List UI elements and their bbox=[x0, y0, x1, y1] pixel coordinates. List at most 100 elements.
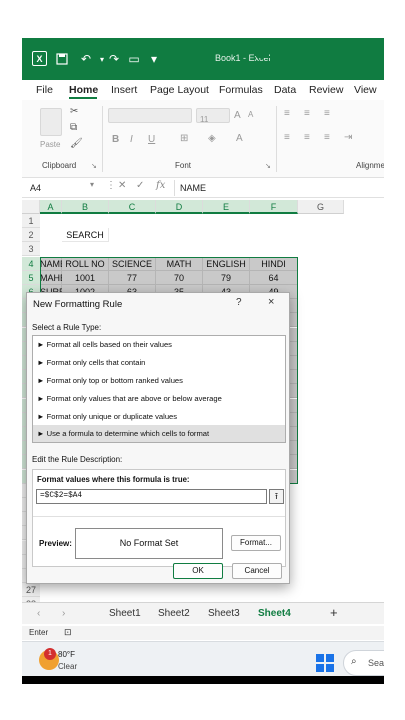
cut-icon[interactable]: ✂ bbox=[70, 106, 78, 117]
sheet-tab-2[interactable]: Sheet2 bbox=[158, 608, 190, 619]
header-cell[interactable]: SCIENCE bbox=[109, 256, 156, 271]
formula-content[interactable]: NAME bbox=[180, 181, 206, 196]
copy-icon[interactable]: ⧉ bbox=[70, 122, 77, 133]
rule-type-item-selected[interactable]: ► Use a formula to determine which cells… bbox=[33, 425, 285, 442]
search-label-cell[interactable]: SEARCH bbox=[62, 228, 109, 243]
rule-type-item[interactable]: ► Format only values that are above or b… bbox=[33, 390, 285, 407]
redo-icon[interactable]: ↷ bbox=[106, 51, 122, 67]
align-left-icon[interactable]: ≡ bbox=[284, 132, 290, 143]
name-box-dropdown-icon[interactable]: ▾ bbox=[90, 180, 94, 189]
rule-type-item[interactable]: ► Format only unique or duplicate values bbox=[33, 408, 285, 425]
data-cell[interactable]: 1001 bbox=[62, 270, 109, 285]
next-sheet-icon[interactable]: › bbox=[62, 608, 65, 619]
indent-icon[interactable]: ⇥ bbox=[344, 132, 352, 143]
customize-toolbar-icon[interactable]: ▾ bbox=[146, 51, 162, 67]
column-header-d[interactable]: D bbox=[156, 200, 203, 214]
align-middle-icon[interactable]: ≡ bbox=[304, 108, 310, 119]
rule-type-item[interactable]: ► Format all cells based on their values bbox=[33, 336, 285, 353]
quick-access-icon[interactable]: ▭ bbox=[126, 51, 142, 67]
windows-start-icon[interactable] bbox=[316, 654, 334, 672]
header-cell[interactable]: MATH bbox=[156, 256, 203, 271]
increase-font-icon[interactable]: A bbox=[234, 110, 241, 121]
row-header-3[interactable]: 3 bbox=[22, 242, 40, 257]
paste-button[interactable] bbox=[40, 108, 62, 136]
active-tab-indicator bbox=[69, 97, 97, 99]
header-cell[interactable]: ENGLISH bbox=[203, 256, 250, 271]
cancel-button[interactable]: Cancel bbox=[232, 563, 282, 579]
tab-review[interactable]: Review bbox=[309, 84, 343, 96]
bold-button[interactable]: B bbox=[112, 134, 119, 145]
tab-view[interactable]: View bbox=[354, 84, 377, 96]
rule-description-panel: Format values where this formula is true… bbox=[32, 469, 286, 567]
header-cell[interactable]: NAME bbox=[40, 256, 66, 271]
column-header-c[interactable]: C bbox=[109, 200, 156, 214]
data-cell[interactable]: 79 bbox=[203, 270, 250, 285]
italic-button[interactable]: I bbox=[130, 134, 133, 145]
font-group-label: Font bbox=[175, 161, 192, 170]
row-header-1[interactable]: 1 bbox=[22, 214, 40, 228]
help-button[interactable]: ? bbox=[236, 297, 242, 308]
undo-icon[interactable]: ↶ bbox=[78, 51, 94, 67]
data-cell[interactable]: 77 bbox=[109, 270, 156, 285]
clipboard-launcher-icon[interactable]: ↘ bbox=[91, 162, 97, 170]
sheet-tab-4[interactable]: Sheet4 bbox=[258, 608, 291, 619]
sheet-tab-1[interactable]: Sheet1 bbox=[109, 608, 141, 619]
header-cell[interactable]: HINDI bbox=[250, 256, 298, 271]
save-icon[interactable] bbox=[54, 51, 70, 67]
borders-icon[interactable]: ⊞ bbox=[180, 133, 188, 144]
column-header-g[interactable]: G bbox=[298, 200, 344, 214]
tab-formulas[interactable]: Formulas bbox=[219, 84, 263, 96]
close-icon[interactable]: × bbox=[268, 296, 274, 308]
column-header-e[interactable]: E bbox=[203, 200, 250, 214]
column-header-b[interactable]: B bbox=[62, 200, 109, 214]
data-cell[interactable]: 64 bbox=[250, 270, 298, 285]
search-icon: ⌕ bbox=[351, 656, 357, 667]
row-header-2[interactable]: 2 bbox=[22, 228, 40, 243]
font-color-icon[interactable]: A bbox=[236, 133, 243, 144]
align-right-icon[interactable]: ≡ bbox=[324, 132, 330, 143]
column-header-a[interactable]: A bbox=[40, 200, 62, 214]
data-cell[interactable]: 70 bbox=[156, 270, 203, 285]
row-header-4[interactable]: 4 bbox=[22, 256, 40, 271]
enter-icon[interactable]: ✓ bbox=[136, 180, 144, 191]
align-bottom-icon[interactable]: ≡ bbox=[324, 108, 330, 119]
status-mode: Enter bbox=[29, 628, 49, 637]
row-header-5[interactable]: 5 bbox=[22, 270, 40, 285]
align-top-icon[interactable]: ≡ bbox=[284, 108, 290, 119]
row-header-27[interactable]: 27 bbox=[22, 583, 40, 598]
align-center-icon[interactable]: ≡ bbox=[304, 132, 310, 143]
tab-home[interactable]: Home bbox=[69, 84, 98, 96]
sheet-tab-bar: ‹ › Sheet1 Sheet2 Sheet3 Sheet4 + bbox=[22, 602, 384, 624]
format-painter-icon[interactable]: 🖌 bbox=[70, 138, 83, 149]
tab-page-layout[interactable]: Page Layout bbox=[150, 84, 209, 96]
font-name-select[interactable] bbox=[108, 108, 192, 123]
select-all-corner[interactable] bbox=[22, 200, 40, 214]
taskbar-search[interactable]: ⌕ Sea bbox=[343, 650, 384, 676]
tab-file[interactable]: File bbox=[36, 84, 53, 96]
data-cell[interactable]: MAHESH bbox=[40, 270, 79, 285]
format-button[interactable]: Format... bbox=[231, 535, 281, 551]
insert-function-icon[interactable]: fx bbox=[156, 180, 165, 191]
excel-window: X ↶ ▾ ↷ ▭ ▾ Book1 - Excel File Home Inse… bbox=[22, 38, 384, 683]
add-sheet-icon[interactable]: + bbox=[330, 605, 338, 620]
fill-color-icon[interactable]: ◈ bbox=[208, 133, 216, 144]
tab-data[interactable]: Data bbox=[274, 84, 296, 96]
screen-bezel bbox=[22, 676, 384, 684]
prev-sheet-icon[interactable]: ‹ bbox=[37, 608, 40, 619]
cancel-icon[interactable]: ✕ bbox=[118, 180, 126, 191]
decrease-font-icon[interactable]: A bbox=[248, 110, 253, 119]
column-header-f[interactable]: F bbox=[250, 200, 298, 214]
rule-type-list[interactable]: ► Format all cells based on their values… bbox=[32, 335, 286, 443]
font-launcher-icon[interactable]: ↘ bbox=[265, 162, 271, 170]
header-cell[interactable]: ROLL NO bbox=[62, 256, 109, 271]
underline-button[interactable]: U bbox=[148, 134, 155, 145]
tab-insert[interactable]: Insert bbox=[111, 84, 137, 96]
font-size-select[interactable]: 11 bbox=[196, 108, 230, 124]
collapse-dialog-icon[interactable]: ⭱ bbox=[269, 489, 284, 504]
rule-type-item[interactable]: ► Format only cells that contain bbox=[33, 354, 285, 371]
sheet-tab-3[interactable]: Sheet3 bbox=[208, 608, 240, 619]
formula-input[interactable]: =$C$2=$A4 bbox=[36, 489, 267, 504]
rule-type-item[interactable]: ► Format only top or bottom ranked value… bbox=[33, 372, 285, 389]
ok-button[interactable]: OK bbox=[173, 563, 223, 579]
accessibility-icon[interactable]: ⊡ bbox=[64, 627, 72, 638]
